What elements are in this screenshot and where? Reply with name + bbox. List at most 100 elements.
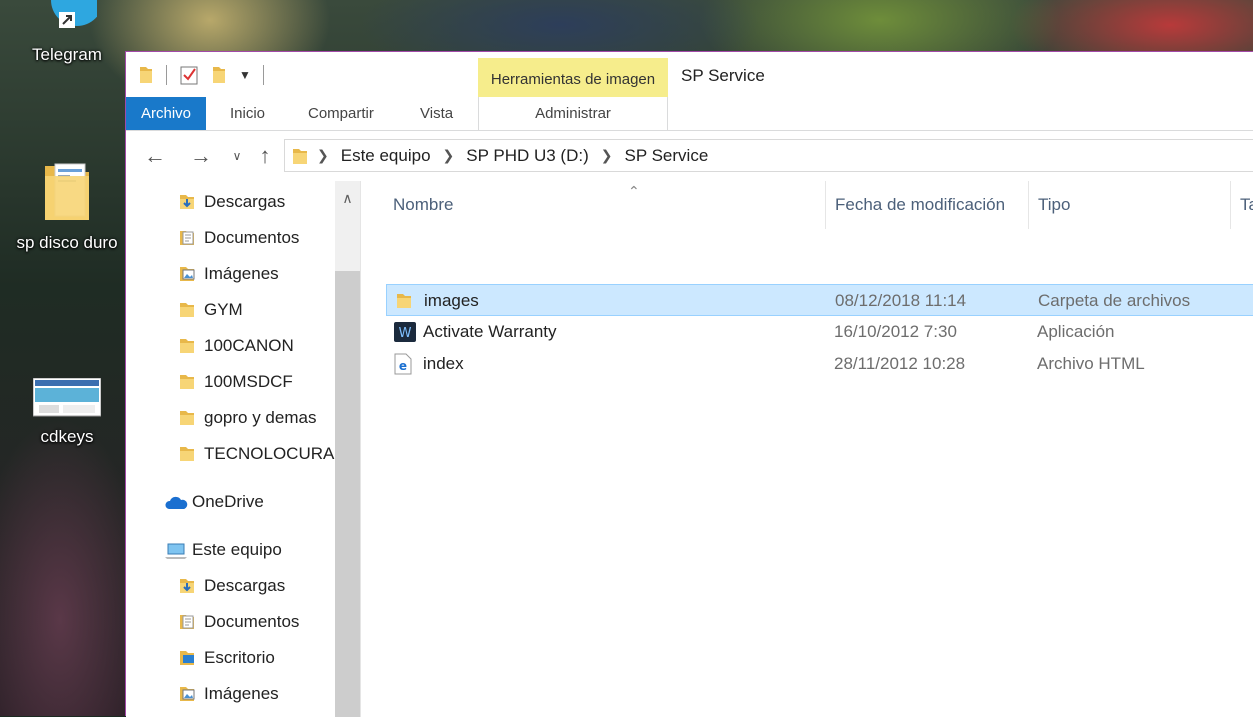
arrow-left-icon: ←: [144, 143, 166, 168]
breadcrumb-chevron-icon[interactable]: ❯: [593, 147, 621, 164]
recent-locations-button[interactable]: ∨: [224, 143, 250, 169]
breadcrumb-sp-service[interactable]: SP Service: [621, 146, 713, 166]
desktop-icon-cdkeys[interactable]: cdkeys: [12, 377, 122, 447]
back-button[interactable]: ←: [142, 143, 168, 169]
breadcrumb-chevron-icon[interactable]: ❯: [309, 147, 337, 164]
tab-archivo[interactable]: Archivo: [126, 97, 207, 130]
download-folder-icon: [180, 579, 194, 593]
nav-item-label: Este equipo: [192, 540, 282, 559]
nav-item-label: gopro y demas: [204, 408, 317, 427]
table-row[interactable]: W Activate Warranty 16/10/2012 7:30 Apli…: [386, 316, 1253, 348]
column-header-tamano[interactable]: Ta: [1240, 181, 1253, 229]
breadcrumb-chevron-icon[interactable]: ❯: [435, 147, 463, 164]
file-name: Activate Warranty: [423, 322, 557, 341]
download-folder-icon: [180, 195, 194, 209]
folder-icon: [180, 447, 194, 461]
folder-icon: [293, 148, 307, 164]
nav-item-label: Documentos: [204, 612, 300, 631]
toolbar-separator: [166, 65, 167, 85]
column-divider[interactable]: [1028, 181, 1029, 229]
properties-icon[interactable]: [179, 64, 199, 86]
new-folder-icon[interactable]: [211, 65, 227, 85]
file-explorer-window: ▼ Herramientas de imagen SP Service Arch…: [125, 51, 1253, 717]
computer-icon: [165, 543, 187, 559]
tab-administrar[interactable]: Administrar: [478, 97, 668, 130]
nav-item-label: Imágenes: [204, 684, 279, 703]
file-list: ⌃ Nombre Fecha de modificación Tipo Ta i…: [361, 181, 1253, 717]
scroll-thumb[interactable]: [335, 271, 360, 717]
folder-icon: [180, 411, 194, 425]
table-row[interactable]: images 08/12/2018 11:14 Carpeta de archi…: [386, 284, 1253, 316]
desktop-icon-label: Telegram: [32, 45, 102, 64]
application-icon: W: [394, 322, 416, 342]
forward-button[interactable]: →: [188, 143, 214, 169]
folder-icon: [45, 163, 89, 220]
file-type: Aplicación: [1037, 322, 1115, 341]
file-date: 16/10/2012 7:30: [834, 322, 957, 341]
breadcrumb-drive[interactable]: SP PHD U3 (D:): [462, 146, 593, 166]
customize-toolbar-dropdown-icon[interactable]: ▼: [239, 68, 251, 82]
nav-item-label: Imágenes: [204, 264, 279, 283]
title-bar: ▼ Herramientas de imagen SP Service: [126, 52, 1253, 97]
file-type: Archivo HTML: [1037, 354, 1145, 373]
up-button[interactable]: ↑: [252, 143, 278, 169]
desktop-icon-label: sp disco duro: [16, 233, 118, 252]
image-thumbnail-icon: [32, 377, 102, 417]
folder-icon: [180, 375, 194, 389]
desktop-icon-label: cdkeys: [40, 427, 94, 446]
folder-icon: [180, 303, 194, 317]
arrow-up-icon: ↑: [259, 143, 271, 168]
nav-item-label: Escritorio: [204, 648, 275, 667]
svg-text:e: e: [399, 359, 407, 373]
nav-item-label: 100MSDCF: [204, 372, 293, 391]
tab-compartir[interactable]: Compartir: [293, 97, 389, 130]
address-bar-row: ← → ∨ ↑ ❯ Este equipo ❯ SP PHD U3 (D:) ❯…: [126, 131, 1253, 181]
quick-access-toolbar: ▼: [138, 62, 264, 88]
pictures-folder-icon: [180, 267, 195, 281]
sort-ascending-icon: ⌃: [628, 183, 640, 199]
column-header-tipo[interactable]: Tipo: [1038, 181, 1070, 229]
column-header-fecha[interactable]: Fecha de modificación: [835, 181, 1005, 229]
file-date: 28/11/2012 10:28: [834, 354, 966, 373]
table-row[interactable]: e index 28/11/2012 10:28 Archivo HTML: [386, 348, 1253, 380]
nav-item-label: Descargas: [204, 192, 286, 211]
desktop-icon-telegram[interactable]: Telegram: [12, 0, 122, 65]
chevron-up-icon: ∧: [342, 190, 353, 206]
tab-inicio[interactable]: Inicio: [215, 97, 280, 130]
ribbon-tabs: Archivo Inicio Compartir Vista Administr…: [126, 97, 1253, 131]
breadcrumb-este-equipo[interactable]: Este equipo: [337, 146, 435, 166]
file-name: images: [424, 291, 479, 310]
navigation-pane: Descargas 🖈 Documentos 🖈 Imágenes 🖈 GYM …: [126, 181, 362, 717]
folder-icon[interactable]: [138, 65, 154, 85]
nav-item-label: 100CANON: [204, 336, 294, 355]
nav-item-label: TECNOLOCURA: [204, 444, 335, 463]
scroll-up-button[interactable]: ∧: [335, 181, 360, 215]
pictures-folder-icon: [180, 687, 195, 701]
documents-folder-icon: [180, 615, 194, 629]
file-type: Carpeta de archivos: [1038, 291, 1191, 310]
toolbar-separator: [262, 65, 264, 85]
column-header-label: Nombre: [393, 195, 454, 214]
tab-vista[interactable]: Vista: [405, 97, 468, 130]
arrow-right-icon: →: [190, 143, 212, 168]
context-tab-herramientas-de-imagen[interactable]: Herramientas de imagen: [478, 58, 668, 97]
nav-pane-scrollbar[interactable]: ∧: [335, 181, 360, 717]
file-name: index: [423, 354, 464, 373]
cloud-icon: [165, 496, 188, 509]
folder-icon: [397, 294, 411, 308]
desktop-icon-sp-disco-duro[interactable]: sp disco duro: [12, 160, 122, 253]
column-divider[interactable]: [1230, 181, 1231, 229]
chevron-down-icon: ∨: [232, 149, 242, 163]
file-date: 08/12/2018 11:14: [835, 291, 967, 310]
folder-icon: [180, 339, 194, 353]
nav-item-label: Descargas: [204, 576, 286, 595]
window-title: SP Service: [681, 66, 765, 85]
edge-html-icon: e: [394, 353, 412, 375]
nav-item-label: OneDrive: [192, 492, 264, 511]
documents-folder-icon: [180, 231, 194, 245]
telegram-icon: [51, 0, 103, 28]
column-header-nombre[interactable]: ⌃ Nombre: [393, 181, 640, 229]
address-field[interactable]: ❯ Este equipo ❯ SP PHD U3 (D:) ❯ SP Serv…: [284, 139, 1253, 172]
column-divider[interactable]: [825, 181, 826, 229]
desktop-folder-icon: [180, 651, 194, 665]
